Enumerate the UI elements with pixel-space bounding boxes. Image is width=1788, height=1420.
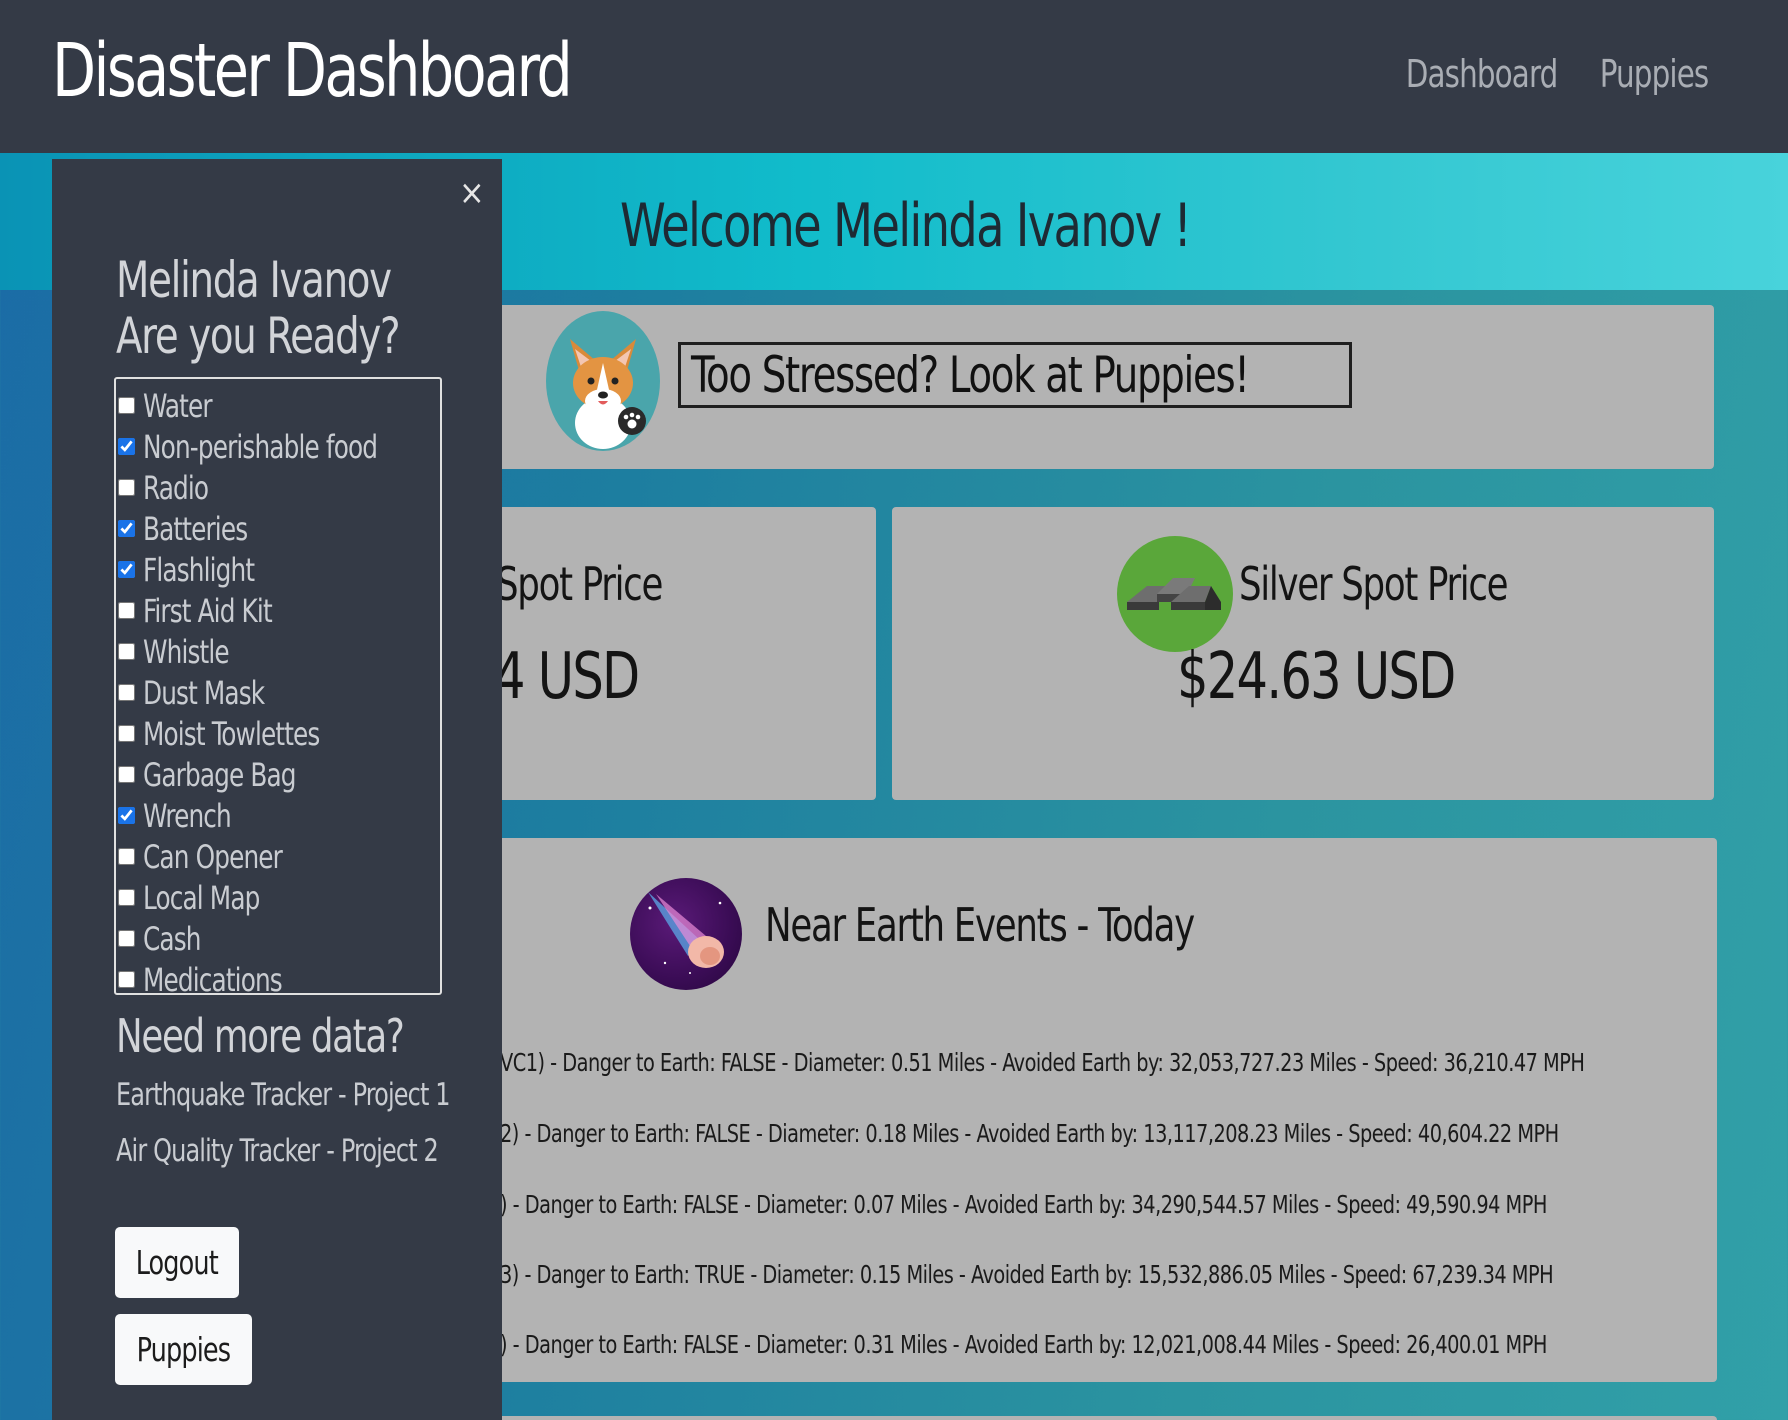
brand-title[interactable]: Disaster Dashboard [52,28,573,114]
checklist-item[interactable]: Garbage Bag [116,754,440,795]
silver-title: Silver Spot Price [1239,557,1551,611]
more-data-heading: Need more data? [116,1009,405,1063]
checklist-item-label: Cash [143,919,201,958]
silver-price-card: Silver Spot Price $24.63 USD [892,507,1714,800]
sidebar: × Melinda Ivanov Are you Ready? Water Non… [52,159,502,1420]
checklist-item-label: Radio [143,468,209,507]
checklist-item[interactable]: Local Map [116,877,440,918]
checklist-checkbox[interactable] [118,520,135,537]
near-earth-events-card: Near Earth Events - Today VC1) - Danger … [440,838,1717,1382]
checklist-item-label: Medications [143,960,283,999]
nav-links: Dashboard Puppies [1381,52,1709,96]
silver-value: $24.63 USD [1177,640,1500,714]
event-row: 2) - Danger to Earth: FALSE - Diameter: … [500,1119,1731,1148]
checklist-item[interactable]: Water [116,385,440,426]
event-row-text: VC1) - Danger to Earth: FALSE - Diameter… [500,1048,1585,1077]
nav-link-puppies[interactable]: Puppies [1599,52,1709,96]
checklist-item[interactable]: Medications [116,959,440,1000]
checklist-item[interactable]: First Aid Kit [116,590,440,631]
silver-bars-icon [1117,536,1233,652]
event-row: ) - Danger to Earth: FALSE - Diameter: 0… [500,1330,1717,1359]
checklist-checkbox[interactable] [118,807,135,824]
checklist-checkbox[interactable] [118,766,135,783]
checklist-item[interactable]: Batteries [116,508,440,549]
gold-price-card: Spot Price 4 USD [440,507,876,800]
checklist-item-label: Batteries [143,509,248,548]
event-row: VC1) - Danger to Earth: FALSE - Diameter… [500,1048,1761,1077]
silver-title-text: Silver Spot Price [1239,557,1509,611]
checklist-item-label: Non-perishable food [143,427,378,466]
checklist-item-label: Can Opener [143,837,283,876]
gold-title-text: Spot Price [496,557,663,611]
gold-value: 4 USD [494,640,662,714]
top-navbar: Disaster Dashboard Dashboard Puppies [0,0,1788,153]
next-card-edge [440,1416,1717,1420]
checklist-checkbox[interactable] [118,930,135,947]
event-row-text: 2) - Danger to Earth: FALSE - Diameter: … [500,1119,1559,1148]
sidebar-ready-question: Are you Ready? [116,307,401,365]
asteroid-icon [630,878,742,990]
checklist-item[interactable]: Can Opener [116,836,440,877]
corgi-icon [546,311,660,451]
puppy-card: Too Stressed? Look at Puppies! [440,305,1714,469]
checklist-checkbox[interactable] [118,479,135,496]
event-row-text: 3) - Danger to Earth: TRUE - Diameter: 0… [500,1260,1554,1289]
welcome-text: Welcome Melinda Ivanov ! [620,191,1192,261]
checklist-checkbox[interactable] [118,602,135,619]
nav-link-dashboard[interactable]: Dashboard [1406,52,1559,96]
puppies-link-text: Too Stressed? Look at Puppies! [691,346,1250,404]
checklist-item-label: Wrench [143,796,232,835]
checklist-item[interactable]: Whistle [116,631,440,672]
puppies-link[interactable]: Too Stressed? Look at Puppies! [678,342,1353,408]
checklist-item-label: Flashlight [143,550,255,589]
checklist-item-label: Water [143,386,213,425]
checklist-item[interactable]: Flashlight [116,549,440,590]
checklist-item[interactable]: Wrench [116,795,440,836]
checklist-item-label: Moist Towlettes [143,714,320,753]
checklist-item[interactable]: Dust Mask [116,672,440,713]
near-earth-title-text: Near Earth Events - Today [765,898,1195,952]
checklist-checkbox[interactable] [118,397,135,414]
near-earth-title: Near Earth Events - Today [765,898,1264,952]
checklist-item[interactable]: Radio [116,467,440,508]
checklist-item-label: Whistle [143,632,230,671]
close-icon[interactable]: × [459,173,485,213]
checklist-checkbox[interactable] [118,438,135,455]
checklist-checkbox[interactable] [118,889,135,906]
gold-value-text: 4 USD [494,640,640,714]
checklist-checkbox[interactable] [118,725,135,742]
checklist-checkbox[interactable] [118,848,135,865]
preparedness-checklist: Water Non-perishable food Radio Batteries Fl… [114,377,442,999]
checklist-item-label: Dust Mask [143,673,265,712]
gold-title: Spot Price [496,557,689,611]
checklist-item-label: Local Map [143,878,260,917]
air-quality-tracker-link[interactable]: Air Quality Tracker - Project 2 [116,1133,439,1169]
checklist-checkbox[interactable] [118,684,135,701]
earthquake-tracker-link[interactable]: Earthquake Tracker - Project 1 [116,1077,451,1113]
checklist-item-label: First Aid Kit [143,591,273,630]
puppies-button[interactable]: Puppies [115,1314,252,1385]
logout-button[interactable]: Logout [115,1227,239,1298]
event-row: ) - Danger to Earth: FALSE - Diameter: 0… [500,1190,1717,1219]
event-row: 3) - Danger to Earth: TRUE - Diameter: 0… [500,1260,1725,1289]
checklist-checkbox[interactable] [118,643,135,660]
checklist-item[interactable]: Non-perishable food [116,426,440,467]
event-row-text: ) - Danger to Earth: FALSE - Diameter: 0… [500,1190,1547,1219]
logout-button-label: Logout [135,1243,219,1282]
sidebar-user-name: Melinda Ivanov [116,251,392,309]
checklist-item[interactable]: Moist Towlettes [116,713,440,754]
checklist-checkbox[interactable] [118,561,135,578]
puppies-button-label: Puppies [136,1330,231,1369]
event-row-text: ) - Danger to Earth: FALSE - Diameter: 0… [500,1330,1547,1359]
silver-value-text: $24.63 USD [1177,640,1456,714]
checklist-checkbox[interactable] [118,971,135,988]
checklist-item[interactable]: Cash [116,918,440,959]
checklist-item-label: Garbage Bag [143,755,297,794]
